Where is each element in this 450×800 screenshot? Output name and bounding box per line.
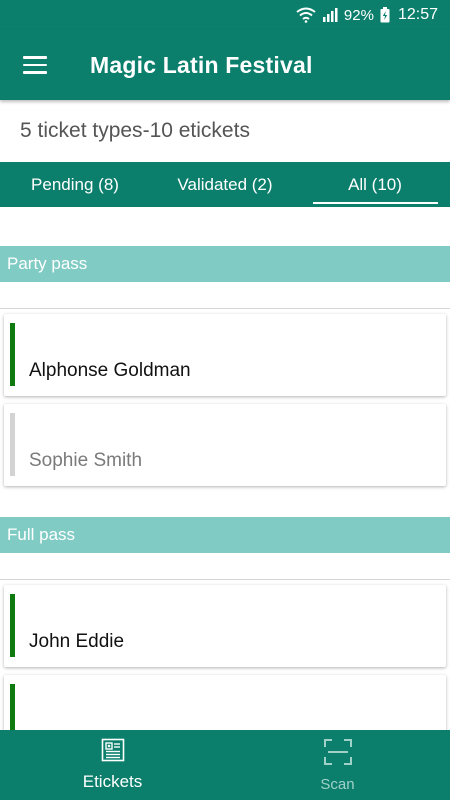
section-divider [0,579,450,580]
nav-scan-label: Scan [320,775,355,793]
nav-etickets-label: Etickets [82,772,143,791]
battery-percent: 92% [343,6,374,24]
ticket-holder-name: Alphonse Goldman [29,360,191,381]
summary-separator: - [142,119,150,142]
wifi-icon [296,7,316,23]
section-divider [0,308,450,309]
ticket-holder-name: Sophie Smith [29,450,143,471]
section-header-party-pass: Party pass [0,246,450,282]
app-title: Magic Latin Festival [90,51,313,78]
ticket-holder-name: John Eddie [29,631,125,652]
status-indicator-validated [10,684,15,730]
etickets-icon [101,738,125,767]
etickets-count: 10 etickets [149,119,250,142]
section-header-full-pass: Full pass [0,517,450,553]
status-indicator-validated [10,594,15,657]
clock: 12:57 [397,6,438,23]
ticket-card[interactable]: Alphonse Goldman [4,314,446,396]
filter-tabs: Pending (8) Validated (2) All (10) [0,162,450,207]
ticket-list[interactable]: Party pass Alphonse Goldman Sophie Smith… [0,207,450,730]
app-bar: Magic Latin Festival [0,30,450,100]
tab-all[interactable]: All (10) [300,162,450,207]
status-indicator-pending [10,413,15,476]
battery-charging-icon [380,7,390,23]
ticket-summary: 5 ticket types - 10 etickets [0,100,450,162]
scan-icon [323,738,353,771]
status-indicator-validated [10,323,15,386]
nav-scan[interactable]: Scan [225,730,450,800]
hamburger-menu-icon[interactable] [23,56,47,74]
ticket-card[interactable]: Sophie Smith [4,404,446,486]
ticket-card[interactable] [4,675,446,730]
signal-icon [322,7,338,23]
nav-etickets[interactable]: Etickets [0,730,225,800]
tab-pending[interactable]: Pending (8) [0,162,150,207]
ticket-types-count: 5 ticket types [20,119,143,142]
status-bar: 92% 12:57 [0,0,450,30]
ticket-card[interactable]: John Eddie [4,585,446,667]
bottom-navigation: Etickets Scan [0,730,450,800]
tab-validated[interactable]: Validated (2) [150,162,300,207]
